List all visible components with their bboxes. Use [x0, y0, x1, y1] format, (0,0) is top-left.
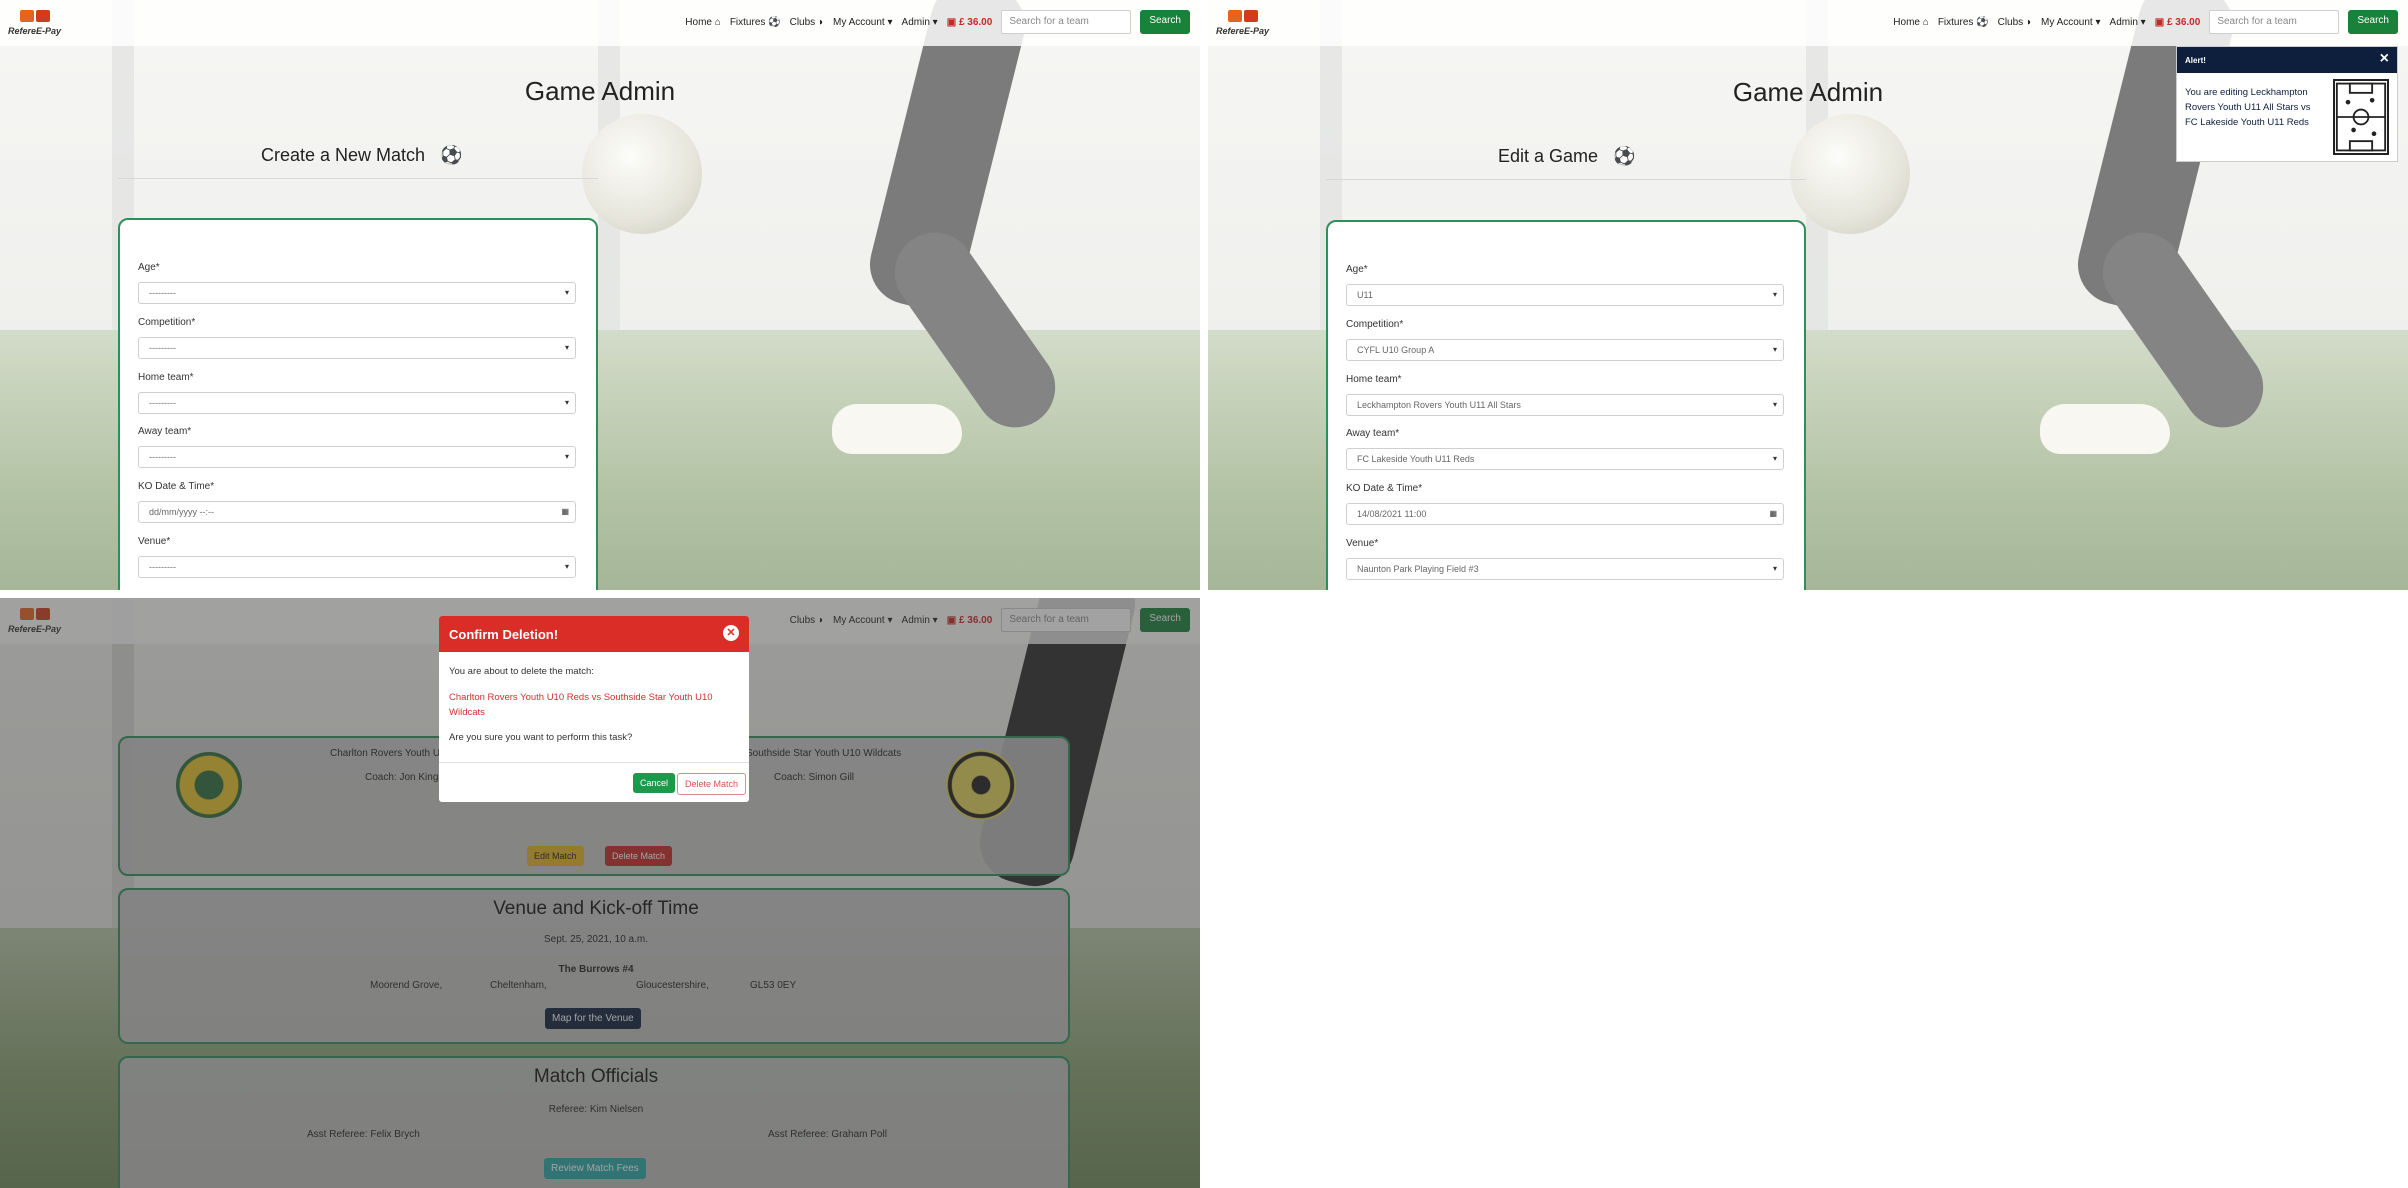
chevron-down-icon: ▾	[564, 562, 569, 571]
search-input[interactable]: Search for a team	[2209, 10, 2340, 34]
caret-down-icon: ▾	[2095, 16, 2101, 28]
field-label: Age*	[138, 262, 160, 273]
football-icon: ⚽	[1976, 16, 1989, 28]
caret-down-icon: ▾	[2140, 16, 2146, 28]
venue-select[interactable]: Naunton Park Playing Field #3 ▾	[1346, 558, 1784, 580]
confirm-delete-button[interactable]: Delete Match	[677, 773, 747, 795]
field-label: Age*	[1346, 264, 1368, 275]
football-icon: ⚽	[1613, 146, 1636, 166]
shield-icon: ◗	[817, 16, 825, 28]
kickoff-datetime-input[interactable]: 14/08/2021 11:00 ▦	[1346, 503, 1784, 525]
chevron-down-icon: ▾	[1772, 400, 1777, 409]
edit-game-form: Age* U11 ▾ Competition* CYFL U10 Group A ▾…	[1326, 220, 1806, 590]
cancel-button[interactable]: Cancel	[633, 773, 676, 793]
field-label: Venue*	[138, 536, 171, 547]
confirm-deletion-modal: Confirm Deletion! ✕ You are about to dele…	[439, 616, 749, 802]
football-icon: ⚽	[768, 16, 781, 28]
form-subtitle: Create a New Match ⚽	[261, 145, 463, 165]
nav-clubs[interactable]: Clubs ◗	[790, 17, 824, 28]
away-team-select[interactable]: FC Lakeside Youth U11 Reds ▾	[1346, 448, 1784, 470]
field-label: Competition*	[1346, 319, 1404, 330]
chevron-down-icon: ▾	[564, 343, 569, 352]
search-button[interactable]: Search	[2348, 10, 2398, 34]
alert-title: Alert!	[2185, 56, 2206, 65]
competition-select[interactable]: --------- ▾	[138, 337, 576, 359]
age-select[interactable]: U11 ▾	[1346, 284, 1784, 306]
chevron-down-icon: ▾	[564, 452, 569, 461]
venue-select[interactable]: --------- ▾	[138, 556, 576, 578]
home-icon: ⌂	[714, 16, 721, 28]
nav-cart[interactable]: ▣ £ 36.00	[947, 17, 993, 28]
search-button[interactable]: Search	[1140, 10, 1190, 34]
nav-account[interactable]: My Account ▾	[833, 17, 893, 28]
chevron-down-icon: ▾	[564, 288, 569, 297]
home-team-select[interactable]: Leckhampton Rovers Youth U11 All Stars ▾	[1346, 394, 1784, 416]
football-pitch-icon	[2333, 79, 2389, 155]
close-icon[interactable]: ✕	[723, 625, 739, 641]
caret-down-icon: ▾	[932, 16, 938, 28]
nav-clubs[interactable]: Clubs ◗	[1998, 17, 2032, 28]
nav-admin[interactable]: Admin ▾	[2110, 17, 2146, 28]
cart-icon: ▣	[2154, 16, 2165, 28]
calendar-icon: ▦	[1769, 509, 1777, 518]
away-team-select[interactable]: --------- ▾	[138, 446, 576, 468]
competition-select[interactable]: CYFL U10 Group A ▾	[1346, 339, 1784, 361]
chevron-down-icon: ▾	[1772, 290, 1777, 299]
modal-title: Confirm Deletion!	[449, 627, 559, 642]
nav-home[interactable]: Home ⌂	[1893, 17, 1929, 28]
nav-cart[interactable]: ▣ £ 36.00	[2155, 17, 2201, 28]
caret-down-icon: ▾	[887, 16, 893, 28]
modal-question: Are you sure you want to perform this ta…	[449, 732, 633, 743]
search-input[interactable]: Search for a team	[1001, 10, 1132, 34]
edit-alert-toast: Alert! × You are editing Leckhampton Rove…	[2176, 46, 2398, 162]
field-label: Home team*	[138, 372, 194, 383]
field-label: KO Date & Time*	[138, 481, 215, 492]
nav-home[interactable]: Home ⌂	[685, 17, 721, 28]
form-subtitle: Edit a Game ⚽	[1498, 146, 1636, 166]
modal-text: You are about to delete the match:	[449, 666, 594, 677]
kickoff-datetime-input[interactable]: dd/mm/yyyy --:-- ▦	[138, 501, 576, 523]
age-select[interactable]: --------- ▾	[138, 282, 576, 304]
navbar: RefereE-Pay Home ⌂ Fixtures ⚽ Clubs ◗ My…	[1208, 0, 2408, 46]
brand-logo[interactable]: RefereE-Pay	[8, 8, 64, 38]
edit-game-screen: RefereE-Pay Home ⌂ Fixtures ⚽ Clubs ◗ My…	[1208, 0, 2408, 590]
navbar: RefereE-Pay Home ⌂ Fixtures ⚽ Clubs ◗ My…	[0, 0, 1200, 46]
create-match-form: Age* --------- ▾ Competition* --------- ▾ …	[118, 218, 598, 590]
page-title: Game Admin	[524, 76, 676, 106]
chevron-down-icon: ▾	[1772, 345, 1777, 354]
field-label: Away team*	[138, 426, 192, 437]
match-to-delete: Charlton Rovers Youth U10 Reds vs Souths…	[449, 692, 713, 718]
match-detail-screen: RefereE-Pay Clubs ◗ My Account ▾ Admin ▾…	[0, 598, 1200, 1188]
shield-icon: ◗	[2025, 16, 2033, 28]
home-team-select[interactable]: --------- ▾	[138, 392, 576, 414]
home-icon: ⌂	[1922, 16, 1929, 28]
field-label: Competition*	[138, 317, 196, 328]
football-icon: ⚽	[440, 145, 463, 165]
nav-fixtures[interactable]: Fixtures ⚽	[730, 17, 781, 28]
field-label: Away team*	[1346, 428, 1400, 439]
chevron-down-icon: ▾	[564, 398, 569, 407]
field-label: Venue*	[1346, 538, 1379, 549]
calendar-icon: ▦	[561, 507, 569, 516]
cart-icon: ▣	[946, 16, 957, 28]
nav-fixtures[interactable]: Fixtures ⚽	[1938, 17, 1989, 28]
alert-message: You are editing Leckhampton Rovers Youth…	[2185, 87, 2311, 128]
brand-logo[interactable]: RefereE-Pay	[1216, 8, 1272, 38]
chevron-down-icon: ▾	[1772, 564, 1777, 573]
field-label: KO Date & Time*	[1346, 483, 1423, 494]
close-icon[interactable]: ×	[2380, 50, 2389, 68]
chevron-down-icon: ▾	[1772, 454, 1777, 463]
field-label: Home team*	[1346, 374, 1402, 385]
create-match-screen: RefereE-Pay Home ⌂ Fixtures ⚽ Clubs ◗ My…	[0, 0, 1200, 590]
nav-admin[interactable]: Admin ▾	[902, 17, 938, 28]
nav-account[interactable]: My Account ▾	[2041, 17, 2101, 28]
